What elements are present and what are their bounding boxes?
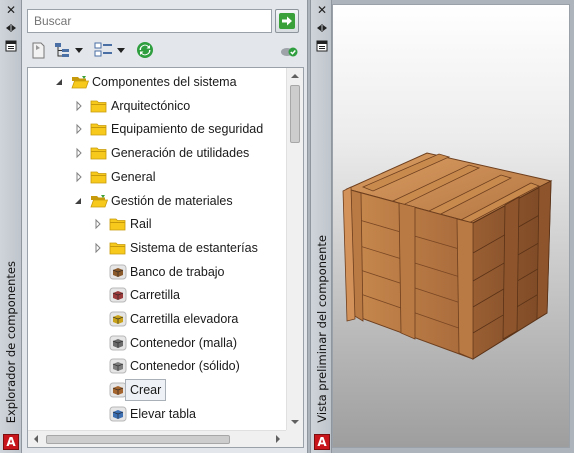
- display-options-dropdown[interactable]: [91, 38, 127, 60]
- mesh-container-icon: [109, 335, 127, 351]
- tree-item[interactable]: Elevar tabla: [28, 403, 286, 425]
- tree-item-label: Sistema de estanterías: [130, 240, 258, 255]
- scroll-left-icon[interactable]: [28, 431, 44, 447]
- tree-item[interactable]: Banco de trabajo: [28, 261, 286, 283]
- folder-icon: [90, 121, 108, 137]
- new-component-icon: [32, 42, 45, 59]
- tree-view-icon: [55, 43, 69, 57]
- tree-expand-icon[interactable]: [92, 213, 104, 235]
- properties-icon[interactable]: [316, 40, 328, 52]
- tree-item-label: Componentes del sistema: [92, 75, 237, 89]
- tree-item-label: Generación de utilidades: [111, 146, 250, 161]
- search-input[interactable]: [34, 10, 265, 32]
- vertical-scroll-thumb[interactable]: [290, 85, 300, 143]
- tree-view-dropdown[interactable]: [51, 38, 85, 60]
- tree-item[interactable]: Rail: [28, 213, 286, 235]
- list-view-icon: [94, 42, 112, 57]
- tree-item[interactable]: Sistema de estanterías: [28, 237, 286, 259]
- new-component-button[interactable]: [27, 38, 47, 60]
- auto-hide-icon[interactable]: [5, 22, 17, 34]
- properties-icon[interactable]: [5, 40, 17, 52]
- forklift-icon: [109, 311, 127, 327]
- tree-expand-icon[interactable]: [73, 166, 85, 188]
- autodesk-logo-icon: A: [3, 434, 19, 450]
- handcart-icon: [109, 287, 127, 303]
- tree-item-label: Gestión de materiales: [111, 193, 233, 208]
- tree-item-label: Elevar tabla: [130, 406, 197, 421]
- scroll-down-icon[interactable]: [287, 414, 303, 430]
- tree-item-label: Contenedor (malla): [130, 335, 237, 350]
- lift-table-icon: [109, 406, 127, 422]
- tree-item[interactable]: Carretilla elevadora: [28, 308, 286, 330]
- tree-item[interactable]: Generación de utilidades: [28, 142, 286, 164]
- tree-item[interactable]: Componentes del sistema: [28, 71, 286, 93]
- component-explorer-panel: Componentes del sistema Arquitectónico Equ…: [22, 0, 308, 453]
- tree-item[interactable]: Arquitectónico: [28, 95, 286, 117]
- workbench-icon: [109, 264, 127, 280]
- folder-open-icon: [90, 193, 109, 209]
- folder-icon: [109, 240, 127, 256]
- tree-item-label: Carretilla elevadora: [130, 312, 239, 326]
- tree-collapse-icon[interactable]: [73, 190, 85, 212]
- arrow-right-icon: [279, 13, 295, 29]
- tree-item-label: Equipamiento de seguridad: [111, 122, 264, 137]
- tree-item-label: Crear: [125, 379, 167, 402]
- tree-item[interactable]: Contenedor (sólido): [28, 355, 286, 377]
- explorer-toolbar: [27, 38, 303, 62]
- tree-expand-icon[interactable]: [73, 142, 85, 164]
- tree-expand-icon[interactable]: [92, 237, 104, 259]
- tree-item[interactable]: Gestión de materiales: [28, 190, 286, 212]
- explorer-title-strip: ✕ Explorador de componentes A: [0, 0, 22, 453]
- scroll-up-icon[interactable]: [287, 68, 303, 84]
- tree-item-label: Arquitectónico: [111, 98, 191, 113]
- search-go-button[interactable]: [275, 9, 299, 33]
- tree-item-label: Contenedor (sólido): [130, 359, 240, 374]
- component-tree[interactable]: Componentes del sistema Arquitectónico Equ…: [27, 67, 304, 448]
- cloud-sync-status[interactable]: [277, 38, 299, 60]
- auto-hide-icon[interactable]: [316, 22, 328, 34]
- search-field[interactable]: [27, 9, 272, 33]
- folder-icon: [90, 145, 108, 161]
- close-icon[interactable]: ✕: [0, 3, 22, 17]
- autodesk-logo-icon: A: [314, 434, 330, 450]
- preview-panel-title: Vista preliminar del componente: [315, 235, 329, 423]
- preview-title-strip: ✕ Vista preliminar del componente A: [310, 0, 332, 453]
- refresh-icon: [137, 42, 153, 58]
- cloud-check-icon: [281, 47, 298, 57]
- folder-icon: [109, 216, 127, 232]
- tree-item-label: General: [111, 169, 156, 184]
- component-preview-viewport[interactable]: [332, 4, 570, 448]
- folder-icon: [90, 169, 108, 185]
- tree-item[interactable]: Equipamiento de seguridad: [28, 118, 286, 140]
- horizontal-scroll-thumb[interactable]: [46, 435, 230, 444]
- explorer-panel-title: Explorador de componentes: [4, 260, 18, 423]
- tree-expand-icon[interactable]: [73, 118, 85, 140]
- scroll-corner: [286, 430, 303, 447]
- tree-item-label: Banco de trabajo: [130, 264, 225, 279]
- wooden-crate-image: [342, 152, 553, 360]
- horizontal-scrollbar[interactable]: [28, 430, 286, 447]
- tree-item[interactable]: Carretilla: [28, 284, 286, 306]
- tree-collapse-icon[interactable]: [54, 71, 66, 93]
- folder-icon: [90, 98, 108, 114]
- solid-container-icon: [109, 358, 127, 374]
- tree-item[interactable]: Crear: [28, 379, 286, 402]
- close-icon[interactable]: ✕: [311, 3, 333, 17]
- tree-expand-icon[interactable]: [73, 95, 85, 117]
- tree-item[interactable]: Contenedor (malla): [28, 332, 286, 354]
- refresh-button[interactable]: [133, 38, 155, 60]
- tree-item-label: Carretilla: [130, 288, 181, 303]
- folder-open-icon: [71, 74, 90, 90]
- scroll-right-icon[interactable]: [270, 431, 286, 447]
- tree-item[interactable]: General: [28, 166, 286, 188]
- vertical-scrollbar[interactable]: [286, 68, 303, 430]
- tree-item-label: Rail: [130, 217, 152, 232]
